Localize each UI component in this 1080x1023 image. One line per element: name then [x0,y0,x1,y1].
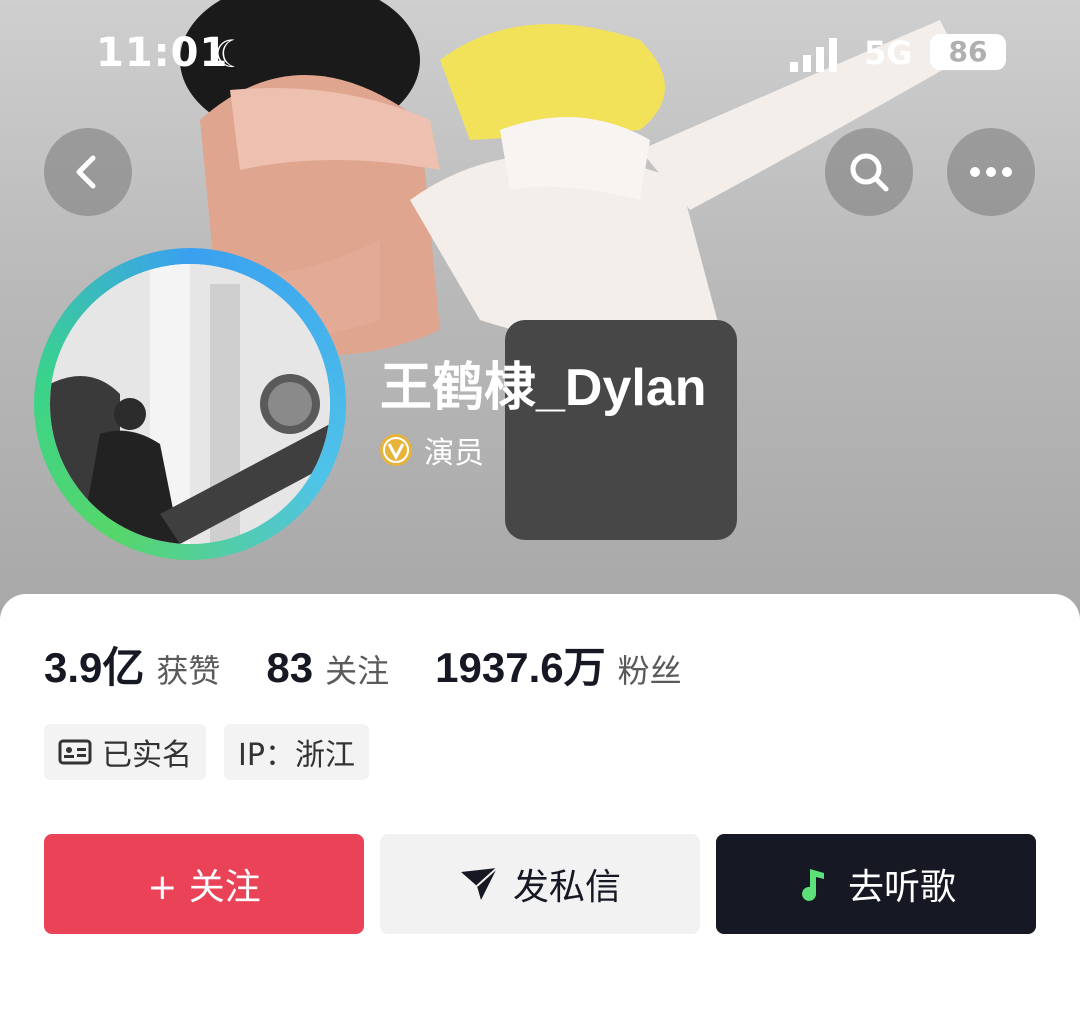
avatar-photo [50,264,330,544]
profile-panel: 3.9亿 获赞 83 关注 1937.6万 粉丝 已实名 IP：浙江 + 关注 … [0,594,1080,1023]
stat-likes: 3.9亿 获赞 [44,634,220,695]
stat-likes-label: 获赞 [156,652,221,690]
status-bar: 11:01 ☾ 5G 86 [0,26,1080,82]
id-card-icon [58,739,92,765]
avatar[interactable] [50,264,330,544]
search-icon [850,153,889,192]
back-button[interactable] [44,128,132,216]
stat-likes-value: 3.9亿 [44,644,145,691]
stat-following-label: 关注 [325,652,390,690]
tag-ip: IP：浙江 [224,724,369,780]
verification-label: 演员 [424,436,484,471]
follow-button-label: + 关注 [147,867,261,908]
stat-following[interactable]: 83 关注 [266,644,389,692]
stats-row: 3.9亿 获赞 83 关注 1937.6万 粉丝 [44,634,728,695]
profile-name: 王鹤棣_Dylan [380,359,707,417]
moon-icon: ☾ [214,32,249,76]
verification-badge: 演员 [378,428,484,472]
message-button-label: 发私信 [512,867,621,908]
tag-realname-label: 已实名 [102,738,192,773]
tag-realname: 已实名 [44,724,206,780]
follow-button[interactable]: + 关注 [44,834,364,934]
action-buttons: + 关注 发私信 去听歌 [44,834,1052,934]
music-button-label: 去听歌 [847,867,956,908]
more-dots-icon [970,167,1012,177]
network-type: 5G [864,34,913,72]
stat-followers-label: 粉丝 [617,652,682,690]
message-button[interactable]: 发私信 [380,834,700,934]
music-button[interactable]: 去听歌 [716,834,1036,934]
stat-following-value: 83 [266,644,314,691]
chevron-left-icon [76,155,96,189]
search-button[interactable] [825,128,913,216]
verified-v-icon [380,434,412,466]
more-button[interactable] [947,128,1035,216]
stat-followers-value: 1937.6万 [435,644,606,691]
send-icon [460,867,498,900]
status-time: 11:01 [96,30,229,76]
profile-cover: 11:01 ☾ 5G 86 王鹤棣_Dylan 演员 [0,0,1080,640]
profile-tags: 已实名 IP：浙江 [44,724,387,780]
tag-ip-label: IP：浙江 [238,738,355,773]
stat-followers[interactable]: 1937.6万 粉丝 [435,634,681,695]
battery-indicator: 86 [930,34,1006,70]
signal-icon [790,38,837,72]
music-note-icon [802,869,824,901]
